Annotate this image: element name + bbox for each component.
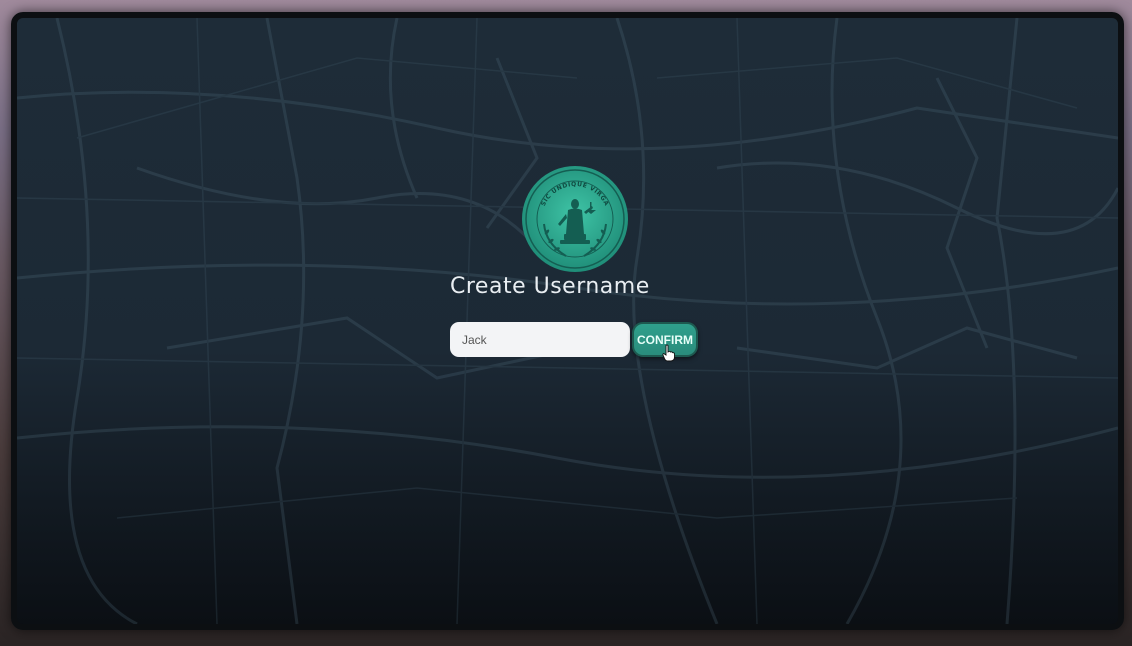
page-title: Create Username [450, 274, 650, 299]
hand-cursor-icon [662, 344, 675, 362]
username-input[interactable] [450, 322, 630, 357]
login-form: SIC UNDIQUE VIRGA Create Username Jack C… [17, 18, 1118, 624]
justice-seal-icon: SIC UNDIQUE VIRGA [522, 166, 628, 272]
login-panel: SIC UNDIQUE VIRGA Create Username Jack C… [11, 12, 1124, 630]
